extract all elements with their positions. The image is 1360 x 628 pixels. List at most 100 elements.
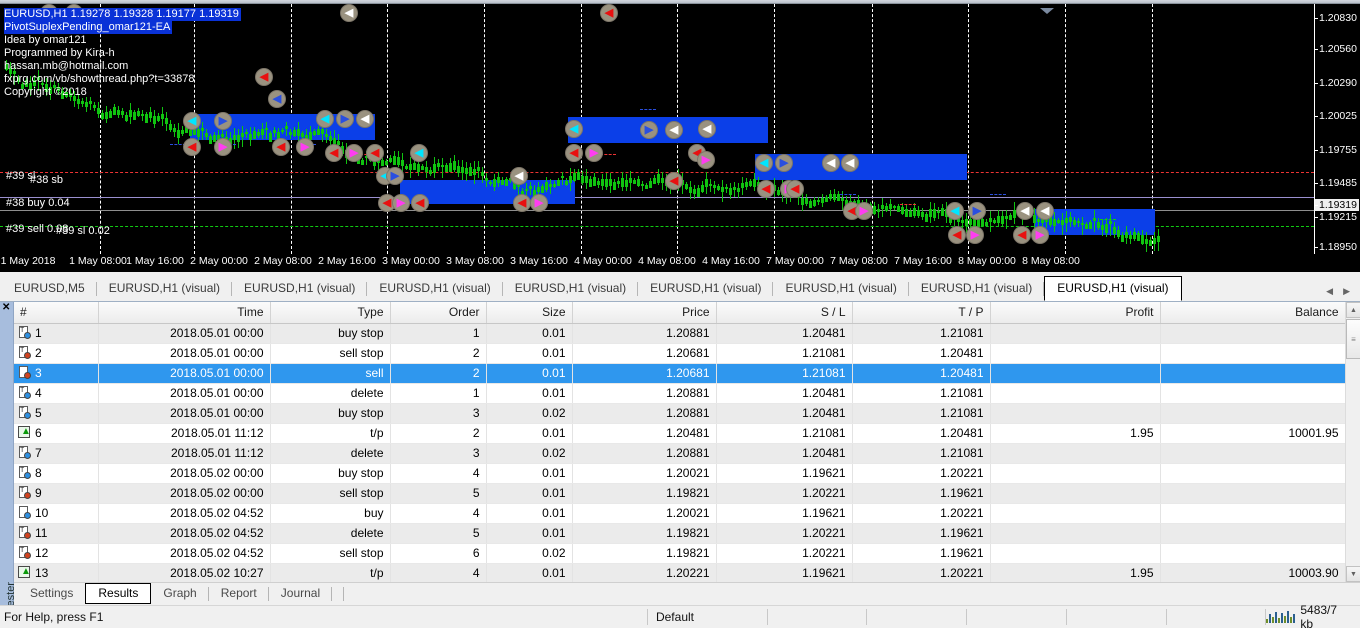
status-profile[interactable]: Default xyxy=(648,610,767,624)
order-marker-icon[interactable]: ◀ xyxy=(757,180,775,198)
order-marker-icon[interactable]: ▶ xyxy=(640,121,658,139)
table-row[interactable]: T52018.05.01 00:00buy stop30.021.208811.… xyxy=(14,403,1345,423)
order-marker-icon[interactable]: ◀ xyxy=(325,144,343,162)
scrollbar-thumb[interactable]: ≡ xyxy=(1346,319,1360,359)
order-marker-icon[interactable]: ▶ xyxy=(697,151,715,169)
chart-canvas[interactable]: ◀▶◀▶◀◀◀▶◀▶◀▶◀◀▶◀▶◀◀◀◀▶◀▶◀◀◀▶◀◀▶◀▶◀◀◀▶◀◀▶… xyxy=(0,4,1314,254)
order-marker-icon[interactable]: ◀ xyxy=(822,154,840,172)
tester-panel-strip[interactable]: ✕ Tester xyxy=(0,302,14,605)
column-header-time[interactable]: Time xyxy=(98,302,270,323)
table-row[interactable]: T82018.05.02 00:00buy stop40.011.200211.… xyxy=(14,463,1345,483)
order-marker-icon[interactable]: ▶ xyxy=(296,138,314,156)
order-marker-icon[interactable]: ▶ xyxy=(345,144,363,162)
order-marker-icon[interactable]: ◀ xyxy=(1036,202,1054,220)
order-marker-icon[interactable]: ◀ xyxy=(513,194,531,212)
column-header-type[interactable]: Type xyxy=(270,302,390,323)
column-header-tp[interactable]: T / P xyxy=(852,302,990,323)
chart-tab[interactable]: EURUSD,H1 (visual) xyxy=(773,277,908,301)
table-row[interactable]: ▲132018.05.02 10:27t/p40.011.202211.1962… xyxy=(14,563,1345,582)
chart-tab[interactable]: EURUSD,H1 (visual) xyxy=(232,277,367,301)
order-marker-icon[interactable]: ◀ xyxy=(268,90,286,108)
order-marker-icon[interactable]: ▶ xyxy=(214,138,232,156)
tab-scroll-left-icon[interactable]: ◀ xyxy=(1326,286,1333,297)
chart-tab-bar[interactable]: EURUSD,M5EURUSD,H1 (visual)EURUSD,H1 (vi… xyxy=(0,272,1360,302)
table-header-row[interactable]: #TimeTypeOrderSizePriceS / LT / PProfitB… xyxy=(14,302,1345,323)
order-marker-icon[interactable]: ◀ xyxy=(510,167,528,185)
order-marker-icon[interactable]: ◀ xyxy=(316,110,334,128)
column-header-balance[interactable]: Balance xyxy=(1160,302,1345,323)
chart-tab[interactable]: EURUSD,H1 (visual) xyxy=(97,277,232,301)
column-header-num[interactable]: # xyxy=(14,302,98,323)
tester-tab-graph[interactable]: Graph xyxy=(151,584,208,604)
table-row[interactable]: ▲62018.05.01 11:12t/p20.011.204811.21081… xyxy=(14,423,1345,443)
table-row[interactable]: T12018.05.01 00:00buy stop10.011.208811.… xyxy=(14,323,1345,343)
order-marker-icon[interactable]: ▶ xyxy=(336,110,354,128)
chart-tab[interactable]: EURUSD,H1 (visual) xyxy=(638,277,773,301)
order-marker-icon[interactable]: ▶ xyxy=(775,154,793,172)
order-marker-icon[interactable]: ▶ xyxy=(214,112,232,130)
results-table-container[interactable]: #TimeTypeOrderSizePriceS / LT / PProfitB… xyxy=(14,302,1360,582)
order-marker-icon[interactable]: ◀ xyxy=(948,226,966,244)
order-marker-icon[interactable]: ▶ xyxy=(855,202,873,220)
table-row[interactable]: T42018.05.01 00:00delete10.011.208811.20… xyxy=(14,383,1345,403)
order-marker-icon[interactable]: ◀ xyxy=(665,121,683,139)
order-marker-icon[interactable]: ▶ xyxy=(392,194,410,212)
order-marker-icon[interactable]: ◀ xyxy=(410,144,428,162)
order-marker-icon[interactable]: ▶ xyxy=(968,202,986,220)
column-header-price[interactable]: Price xyxy=(572,302,716,323)
table-vertical-scrollbar[interactable]: ▲ ≡ ▼ xyxy=(1345,302,1360,582)
column-header-profit[interactable]: Profit xyxy=(990,302,1160,323)
table-row[interactable]: T112018.05.02 04:52delete50.011.198211.2… xyxy=(14,523,1345,543)
order-marker-icon[interactable]: ◀ xyxy=(272,138,290,156)
order-marker-icon[interactable]: ◀ xyxy=(946,202,964,220)
order-marker-icon[interactable]: ◀ xyxy=(665,172,683,190)
order-marker-icon[interactable]: ◀ xyxy=(366,144,384,162)
tab-scroll-right-icon[interactable]: ▶ xyxy=(1343,286,1350,297)
order-marker-icon[interactable]: ◀ xyxy=(755,154,773,172)
table-row[interactable]: 102018.05.02 04:52buy40.011.200211.19621… xyxy=(14,503,1345,523)
order-marker-icon[interactable]: ◀ xyxy=(786,180,804,198)
order-marker-icon[interactable]: ◀ xyxy=(1013,226,1031,244)
column-header-order[interactable]: Order xyxy=(390,302,486,323)
scroll-down-icon[interactable]: ▼ xyxy=(1346,566,1360,582)
chart-pane[interactable]: ◀▶◀▶◀◀◀▶◀▶◀▶◀◀▶◀▶◀◀◀◀▶◀▶◀◀◀▶◀◀▶◀▶◀◀◀▶◀◀▶… xyxy=(0,0,1360,272)
table-row[interactable]: T92018.05.02 00:00sell stop50.011.198211… xyxy=(14,483,1345,503)
time-axis[interactable]: 1 May 20181 May 08:001 May 16:002 May 00… xyxy=(0,254,1360,272)
order-marker-icon[interactable]: ▶ xyxy=(386,167,404,185)
order-marker-icon[interactable]: ◀ xyxy=(600,4,618,22)
order-marker-icon[interactable]: ◀ xyxy=(183,112,201,130)
order-marker-icon[interactable]: ◀ xyxy=(1016,202,1034,220)
close-icon[interactable]: ✕ xyxy=(2,303,10,313)
order-marker-icon[interactable]: ◀ xyxy=(565,120,583,138)
order-marker-icon[interactable]: ◀ xyxy=(183,138,201,156)
tester-tab-report[interactable]: Report xyxy=(209,584,269,604)
order-marker-icon[interactable]: ▶ xyxy=(585,144,603,162)
scroll-up-icon[interactable]: ▲ xyxy=(1346,302,1360,318)
order-marker-icon[interactable]: ◀ xyxy=(411,194,429,212)
order-marker-icon[interactable]: ▶ xyxy=(530,194,548,212)
tester-tab-bar[interactable]: SettingsResultsGraphReportJournal xyxy=(14,582,1360,604)
table-row[interactable]: T22018.05.01 00:00sell stop20.011.206811… xyxy=(14,343,1345,363)
tab-scroll-controls[interactable]: ◀ ▶ xyxy=(1326,286,1360,301)
chart-tab[interactable]: EURUSD,H1 (visual) xyxy=(909,277,1044,301)
order-marker-icon[interactable]: ◀ xyxy=(340,4,358,22)
order-marker-icon[interactable]: ▶ xyxy=(966,226,984,244)
order-marker-icon[interactable]: ◀ xyxy=(356,110,374,128)
tester-tab-settings[interactable]: Settings xyxy=(18,584,85,604)
chart-tab[interactable]: EURUSD,H1 (visual) xyxy=(1044,276,1181,301)
tester-tab-journal[interactable]: Journal xyxy=(269,584,332,604)
order-marker-icon[interactable]: ▶ xyxy=(1031,226,1049,244)
chart-tab[interactable]: EURUSD,M5 xyxy=(2,277,97,301)
order-marker-icon[interactable]: ◀ xyxy=(255,68,273,86)
tester-tab-results[interactable]: Results xyxy=(85,583,151,604)
table-row[interactable]: T72018.05.01 11:12delete30.021.208811.20… xyxy=(14,443,1345,463)
order-marker-icon[interactable]: ◀ xyxy=(698,120,716,138)
order-marker-icon[interactable]: ◀ xyxy=(565,144,583,162)
column-header-sl[interactable]: S / L xyxy=(716,302,852,323)
column-header-size[interactable]: Size xyxy=(486,302,572,323)
price-axis[interactable]: 1.208301.205601.202901.200251.197551.194… xyxy=(1314,4,1360,254)
chart-tab[interactable]: EURUSD,H1 (visual) xyxy=(367,277,502,301)
table-row[interactable]: T122018.05.02 04:52sell stop60.021.19821… xyxy=(14,543,1345,563)
order-marker-icon[interactable]: ◀ xyxy=(841,154,859,172)
chart-tab[interactable]: EURUSD,H1 (visual) xyxy=(503,277,638,301)
